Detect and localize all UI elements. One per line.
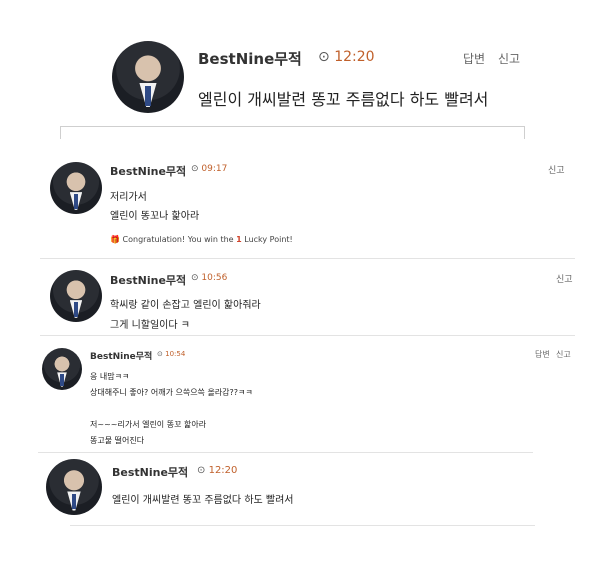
divider [70,525,535,526]
divider [38,452,533,453]
comment-line: 응 내맘ㅋㅋ [90,372,130,381]
author-name[interactable]: BestNine무적 [110,163,186,179]
clock-icon: ⊙ [191,164,199,174]
author-name[interactable]: BestNine무적 [90,349,152,362]
timestamp: ⊙ 10:54 [157,350,186,358]
timestamp: ⊙ 10:56 [191,273,228,283]
timestamp: ⊙ 12:20 [197,465,238,476]
clock-icon: ⊙ [191,273,199,283]
comment: BestNine무적 ⊙ 10:56 신고 학씨랑 같이 손잡고 엘린이 핥아줘… [40,262,575,336]
comment-line: 엘린이 개씨발련 똥꼬 주름없다 하도 빨려서 [112,495,294,506]
comment-line: 저리가서 [110,192,147,203]
avatar[interactable] [42,348,82,390]
comment-line: 똥고물 떨어진다 [90,436,145,445]
lucky-point-notice: 🎁 Congratulation! You win the 1 Lucky Po… [110,235,293,244]
reply-box[interactable] [60,126,525,139]
reply-button[interactable]: 답변 [463,50,485,67]
gift-icon: 🎁 [110,235,120,244]
comment-line: 엘린이 똥꼬나 핥아라 [110,211,200,222]
comment: BestNine무적 ⊙ 10:54 답변 신고 응 내맘ㅋㅋ 상대해주니 좋아… [38,340,578,453]
reply-button[interactable]: 답변 [535,349,550,360]
divider [40,258,575,259]
clock-icon: ⊙ [197,465,206,476]
report-button[interactable]: 신고 [556,349,571,360]
avatar[interactable] [50,162,102,214]
report-button[interactable]: 신고 [548,163,565,176]
timestamp: ⊙ 09:17 [191,164,228,174]
author-name[interactable]: BestNine무적 [110,272,186,288]
comment-line: 학씨랑 같이 손잡고 엘린이 핥아줘라 [110,300,261,311]
timestamp: ⊙ 12:20 [318,49,375,65]
comment: BestNine무적 ⊙ 09:17 신고 저리가서 엘린이 똥꼬나 핥아라 🎁… [40,150,575,260]
clock-icon: ⊙ [318,49,330,65]
avatar[interactable] [50,270,102,322]
post-text: 엘린이 개씨발련 똥꼬 주름없다 하도 빨려서 [198,90,489,109]
report-button[interactable]: 신고 [498,50,520,67]
avatar[interactable] [46,459,102,515]
comment-line: 그게 니할일이다 ㅋ [110,320,190,331]
top-post: BestNine무적 ⊙ 12:20 답변 신고 엘린이 개씨발련 똥꼬 주름없… [60,28,530,138]
comment-line: 저~~~리가서 엘린이 똥꼬 핥아라 [90,420,207,429]
clock-icon: ⊙ [157,350,163,358]
avatar[interactable] [112,41,184,113]
report-button[interactable]: 신고 [556,272,573,285]
divider [40,335,575,336]
author-name[interactable]: BestNine무적 [112,464,188,480]
comment-line: 상대해주니 좋아? 어깨가 으쓱으쓱 올라감??ㅋㅋ [90,388,253,397]
author-name[interactable]: BestNine무적 [198,48,302,69]
comment: BestNine무적 ⊙ 12:20 엘린이 개씨발련 똥꼬 주름없다 하도 빨… [40,455,540,527]
